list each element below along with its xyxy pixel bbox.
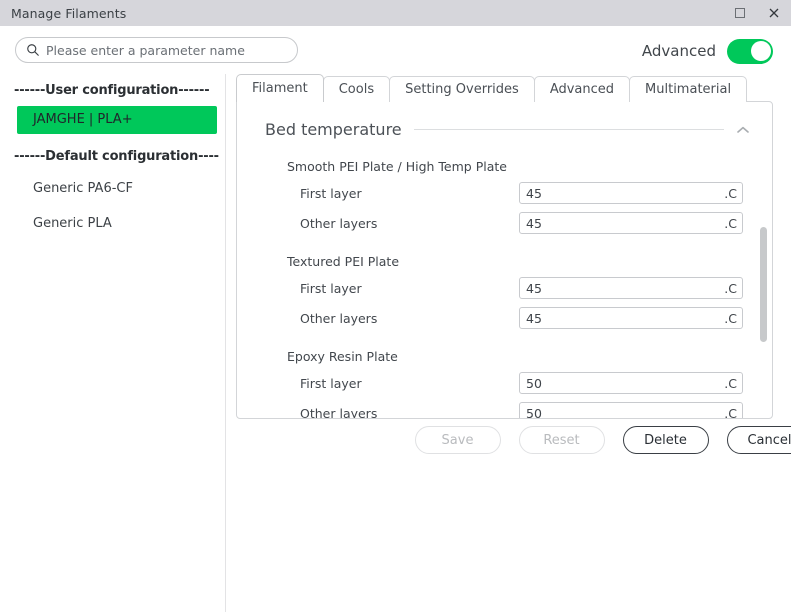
tab-setting-overrides[interactable]: Setting Overrides: [389, 76, 535, 102]
row-epoxy-other-layers: Other layers .C: [265, 402, 758, 419]
tab-multimaterial[interactable]: Multimaterial: [629, 76, 748, 102]
unit-label: .C: [724, 310, 737, 326]
row-label: First layer: [300, 375, 362, 391]
sidebar-item-generic-pla[interactable]: Generic PLA: [0, 211, 225, 237]
window-controls: [723, 0, 791, 26]
field-epoxy-first-layer[interactable]: .C: [519, 372, 743, 394]
reset-button[interactable]: Reset: [518, 426, 605, 454]
sidebar-item-generic-pa6-cf[interactable]: Generic PA6-CF: [0, 176, 225, 202]
row-textured-first-layer: First layer .C: [265, 277, 758, 299]
chevron-up-icon[interactable]: [736, 125, 750, 135]
unit-label: .C: [724, 185, 737, 201]
toolbar: Advanced: [0, 26, 791, 74]
sidebar-item-jamghe-pla-plus[interactable]: JAMGHE | PLA+: [17, 106, 217, 134]
close-button[interactable]: [757, 0, 791, 26]
section-header-bed-temperature[interactable]: Bed temperature: [265, 120, 758, 139]
input-textured-first-layer[interactable]: [526, 280, 721, 296]
field-textured-first-layer[interactable]: .C: [519, 277, 743, 299]
tab-panel-filament: Bed temperature Smooth PEI Plate / High …: [236, 101, 773, 419]
group-label-epoxy-resin-plate: Epoxy Resin Plate: [287, 349, 398, 364]
maximize-icon: [735, 8, 745, 18]
row-label: First layer: [300, 280, 362, 296]
row-label: Other layers: [300, 215, 378, 231]
group-label-smooth-pei-plate: Smooth PEI Plate / High Temp Plate: [287, 159, 507, 174]
maximize-button[interactable]: [723, 0, 757, 26]
input-textured-other-layers[interactable]: [526, 310, 721, 326]
cancel-button[interactable]: Cancel: [726, 426, 791, 454]
toggle-knob: [750, 41, 771, 61]
input-smooth-first-layer[interactable]: [526, 185, 721, 201]
window-title: Manage Filaments: [11, 5, 127, 21]
row-smooth-other-layers: Other layers .C: [265, 212, 758, 234]
search-icon: [27, 44, 39, 56]
sidebar: ------User configuration------ JAMGHE | …: [0, 74, 226, 612]
unit-label: .C: [724, 215, 737, 231]
row-textured-other-layers: Other layers .C: [265, 307, 758, 329]
sidebar-separator-default: ------Default configuration----: [14, 149, 219, 164]
sidebar-separator-user: ------User configuration------: [14, 83, 210, 98]
field-textured-other-layers[interactable]: .C: [519, 307, 743, 329]
panel-scrollbar-thumb[interactable]: [760, 227, 767, 342]
tab-filament[interactable]: Filament: [236, 74, 324, 102]
search-input[interactable]: [46, 42, 287, 58]
dialog-footer: Save Reset Delete Cancel: [414, 426, 791, 454]
content-area: Filament Cools Setting Overrides Advance…: [236, 74, 791, 612]
title-bar: Manage Filaments: [0, 0, 791, 26]
save-button[interactable]: Save: [414, 426, 501, 454]
advanced-label: Advanced: [641, 42, 716, 60]
body-area: ------User configuration------ JAMGHE | …: [0, 74, 791, 612]
row-epoxy-first-layer: First layer .C: [265, 372, 758, 394]
group-label-textured-pei-plate: Textured PEI Plate: [287, 254, 400, 269]
section-title: Bed temperature: [265, 120, 402, 139]
advanced-toggle[interactable]: [727, 38, 773, 64]
tab-cools[interactable]: Cools: [322, 76, 391, 102]
advanced-toggle-group: Advanced: [642, 37, 773, 65]
input-epoxy-first-layer[interactable]: [526, 375, 721, 391]
row-label: Other layers: [300, 405, 378, 419]
input-epoxy-other-layers[interactable]: [526, 405, 721, 418]
tab-bar: Filament Cools Setting Overrides Advance…: [236, 74, 773, 102]
delete-button[interactable]: Delete: [622, 426, 709, 454]
field-smooth-first-layer[interactable]: .C: [519, 182, 743, 204]
unit-label: .C: [724, 375, 737, 391]
search-box[interactable]: [15, 37, 298, 63]
input-smooth-other-layers[interactable]: [526, 215, 721, 231]
unit-label: .C: [724, 280, 737, 296]
settings-scroll-area: Bed temperature Smooth PEI Plate / High …: [237, 102, 772, 418]
field-smooth-other-layers[interactable]: .C: [519, 212, 743, 234]
close-icon: [769, 8, 779, 18]
field-epoxy-other-layers[interactable]: .C: [519, 402, 743, 419]
section-divider: [413, 129, 724, 130]
row-smooth-first-layer: First layer .C: [265, 182, 758, 204]
tab-advanced[interactable]: Advanced: [533, 76, 631, 102]
row-label: Other layers: [300, 310, 378, 326]
unit-label: .C: [724, 405, 737, 419]
row-label: First layer: [300, 185, 362, 201]
